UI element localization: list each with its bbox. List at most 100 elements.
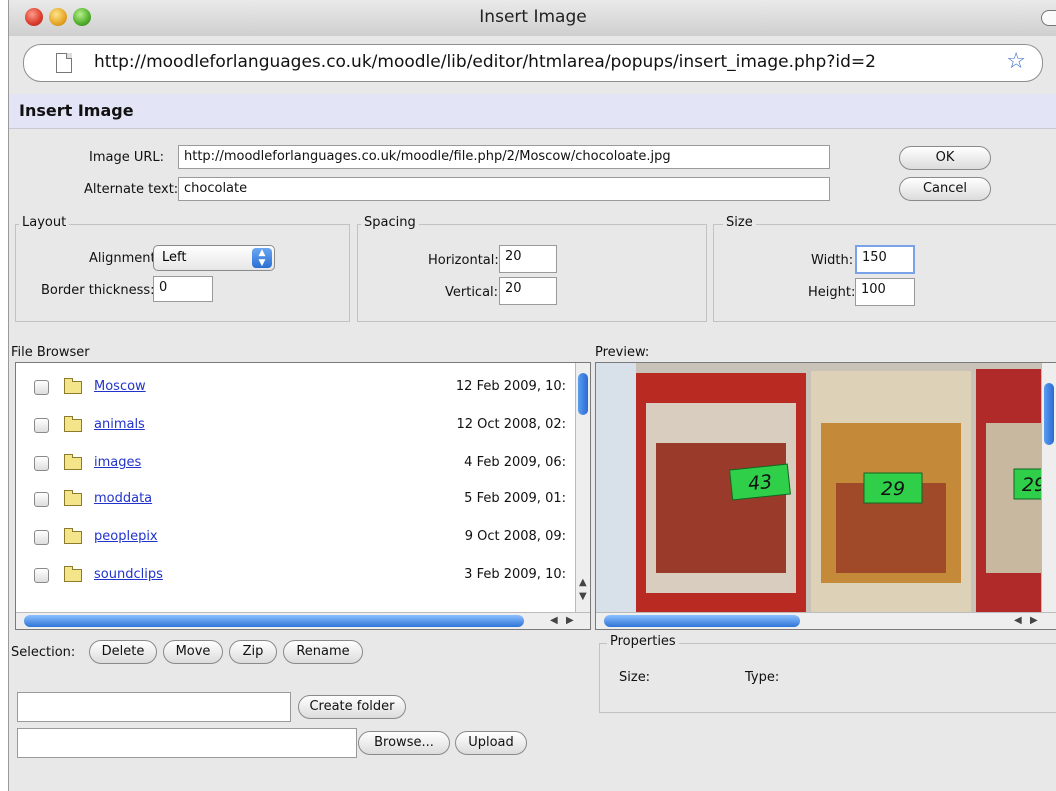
file-name-link[interactable]: Moscow: [94, 379, 146, 394]
file-name-link[interactable]: soundclips: [94, 567, 163, 582]
scroll-up-icon[interactable]: ▲: [579, 577, 587, 588]
file-row[interactable]: Moscow 12 Feb 2009, 10:: [16, 369, 576, 407]
file-browser-panel: Moscow 12 Feb 2009, 10: animals 12 Oct 2…: [15, 362, 591, 630]
file-date: 12 Oct 2008, 02:: [456, 417, 566, 432]
file-date: 9 Oct 2008, 09:: [464, 529, 566, 544]
width-label: Width:: [811, 253, 854, 268]
browse-button[interactable]: Browse...: [358, 731, 450, 755]
alignment-label: Alignment:: [89, 251, 160, 266]
width-input[interactable]: 150: [855, 245, 915, 274]
upload-button[interactable]: Upload: [455, 731, 527, 755]
scroll-thumb[interactable]: [24, 615, 524, 627]
folder-icon: [64, 378, 82, 394]
file-row[interactable]: animals 12 Oct 2008, 02:: [16, 407, 576, 445]
spacing-legend: Spacing: [361, 215, 419, 230]
file-date: 4 Feb 2009, 06:: [464, 455, 566, 470]
preview-horizontal-scrollbar[interactable]: ◀ ▶: [596, 612, 1056, 629]
vertical-label: Vertical:: [445, 285, 499, 300]
selection-label: Selection:: [11, 645, 76, 660]
scroll-thumb[interactable]: [578, 373, 588, 415]
border-thickness-label: Border thickness:: [41, 283, 155, 298]
scroll-down-icon[interactable]: ▼: [579, 591, 587, 602]
scroll-left-icon[interactable]: ◀: [1014, 615, 1022, 626]
file-browser-vertical-scrollbar[interactable]: ▲ ▼: [575, 363, 590, 613]
dialog-header: Insert Image: [9, 94, 1056, 129]
preview-vertical-scrollbar[interactable]: [1041, 363, 1056, 613]
layout-fieldset: [15, 224, 350, 322]
image-url-label: Image URL:: [89, 150, 165, 165]
file-checkbox[interactable]: [34, 418, 49, 433]
alignment-value: Left: [162, 250, 187, 265]
folder-icon: [64, 566, 82, 582]
file-date: 5 Feb 2009, 01:: [464, 491, 566, 506]
horizontal-label: Horizontal:: [428, 253, 499, 268]
type-property-label: Type:: [745, 670, 780, 685]
border-thickness-input[interactable]: 0: [153, 276, 213, 302]
file-name-link[interactable]: moddata: [94, 491, 152, 506]
file-name-link[interactable]: animals: [94, 417, 145, 432]
ok-button[interactable]: OK: [899, 146, 991, 170]
bookmark-star-icon[interactable]: ☆: [1006, 49, 1026, 74]
file-name-link[interactable]: peoplepix: [94, 529, 158, 544]
toolbar-toggle-button[interactable]: [1041, 10, 1056, 26]
file-checkbox[interactable]: [34, 568, 49, 583]
properties-legend: Properties: [607, 634, 679, 649]
preview-label: Preview:: [595, 345, 650, 360]
file-name-link[interactable]: images: [94, 455, 141, 470]
insert-image-window: Insert Image http://moodleforlanguages.c…: [8, 0, 1056, 791]
file-row[interactable]: moddata 5 Feb 2009, 01:: [16, 481, 576, 519]
file-date: 12 Feb 2009, 10:: [455, 379, 566, 394]
layout-legend: Layout: [19, 215, 70, 230]
scroll-right-icon[interactable]: ▶: [566, 615, 574, 626]
file-browser-horizontal-scrollbar[interactable]: ◀ ▶: [16, 612, 590, 629]
rename-button[interactable]: Rename: [283, 640, 363, 664]
price-tag-1: 43: [747, 471, 773, 495]
image-url-input[interactable]: http://moodleforlanguages.co.uk/moodle/f…: [178, 145, 830, 169]
zip-button[interactable]: Zip: [229, 640, 277, 664]
preview-panel: 43 29 29 ◀ ▶: [595, 362, 1056, 630]
vertical-spacing-input[interactable]: 20: [499, 277, 557, 305]
alignment-select[interactable]: Left ▲ ▼: [153, 245, 275, 271]
folder-icon: [64, 454, 82, 470]
file-row[interactable]: soundclips 3 Feb 2009, 10:: [16, 557, 576, 595]
height-label: Height:: [808, 285, 856, 300]
alt-text-label: Alternate text:: [84, 182, 179, 197]
spacing-fieldset: [357, 224, 707, 322]
properties-fieldset: [599, 643, 1056, 713]
file-row[interactable]: peoplepix 9 Oct 2008, 09:: [16, 519, 576, 557]
scroll-thumb[interactable]: [1044, 383, 1054, 445]
file-checkbox[interactable]: [34, 530, 49, 545]
file-row[interactable]: images 4 Feb 2009, 06:: [16, 445, 576, 483]
move-button[interactable]: Move: [163, 640, 223, 664]
scroll-right-icon[interactable]: ▶: [1030, 615, 1038, 626]
file-checkbox[interactable]: [34, 492, 49, 507]
title-bar: Insert Image: [9, 0, 1056, 36]
url-text[interactable]: http://moodleforlanguages.co.uk/moodle/l…: [94, 52, 876, 72]
page-icon: [56, 53, 72, 73]
file-date: 3 Feb 2009, 10:: [464, 567, 566, 582]
scroll-thumb[interactable]: [604, 615, 800, 627]
chocolate-photo: 43 29 29: [596, 363, 1056, 613]
file-checkbox[interactable]: [34, 456, 49, 471]
height-input[interactable]: 100: [855, 278, 915, 306]
size-property-label: Size:: [619, 670, 651, 685]
file-checkbox[interactable]: [34, 380, 49, 395]
cancel-button[interactable]: Cancel: [899, 177, 991, 201]
folder-icon: [64, 528, 82, 544]
price-tag-2: 29: [881, 478, 905, 500]
upload-file-path-input[interactable]: [17, 728, 357, 758]
new-folder-name-input[interactable]: [17, 692, 291, 722]
size-legend: Size: [723, 215, 756, 230]
dialog-title: Insert Image: [19, 101, 134, 120]
horizontal-spacing-input[interactable]: 20: [499, 245, 557, 273]
folder-icon: [64, 490, 82, 506]
delete-button[interactable]: Delete: [89, 640, 157, 664]
select-arrows-icon: ▲ ▼: [252, 248, 272, 268]
file-browser-label: File Browser: [11, 345, 90, 360]
folder-icon: [64, 416, 82, 432]
address-bar[interactable]: http://moodleforlanguages.co.uk/moodle/l…: [23, 44, 1043, 82]
window-title: Insert Image: [479, 7, 587, 27]
scroll-left-icon[interactable]: ◀: [550, 615, 558, 626]
alt-text-input[interactable]: chocolate: [178, 177, 830, 201]
create-folder-button[interactable]: Create folder: [298, 695, 406, 719]
